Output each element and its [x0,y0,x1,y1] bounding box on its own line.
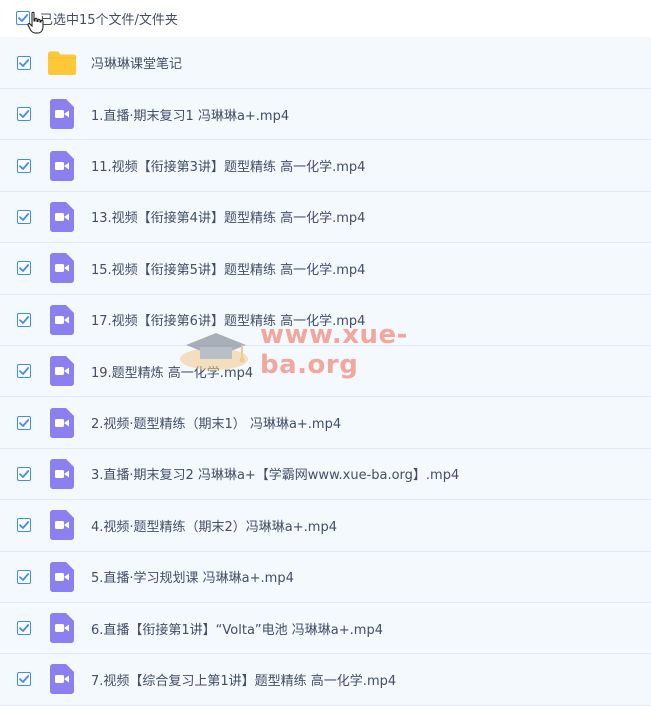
file-name[interactable]: 2.视频·题型精练（期末1） 冯琳琳a+.mp4 [91,413,341,432]
selection-header: 已选中15个文件/文件夹 [0,0,651,36]
video-file-icon [50,304,74,335]
video-file-icon [50,201,74,232]
video-file-icon [50,510,74,541]
file-row[interactable]: 11.视频【衔接第3讲】题型精练 高一化学.mp4 [0,140,651,192]
row-checkbox[interactable] [17,158,31,173]
file-row[interactable]: 13.视频【衔接第4讲】题型精练 高一化学.mp4 [0,191,651,244]
file-row[interactable]: 4.视频·题型精练（期末2）冯琳琳a+.mp4 [0,500,651,552]
file-row[interactable]: 7.视频【综合复习上第1讲】题型精练 高一化学.mp4 [0,654,651,706]
row-checkbox[interactable] [17,312,31,327]
row-checkbox[interactable] [17,261,31,276]
file-row[interactable]: 17.视频【衔接第6讲】题型精练 高一化学.mp4 [0,294,651,346]
video-file-icon [50,150,74,181]
file-list: 冯琳琳课堂笔记 1.直播·期末复习1 冯琳琳a+.mp4 11.视频【衔接第3讲】题… [0,37,651,706]
video-file-icon-wrapper [47,201,77,232]
file-name[interactable]: 17.视频【衔接第6讲】题型精练 高一化学.mp4 [91,310,365,329]
file-row[interactable]: 15.视频【衔接第5讲】题型精练 高一化学.mp4 [0,243,651,295]
file-name[interactable]: 4.视频·题型精练（期末2）冯琳琳a+.mp4 [91,516,337,535]
video-file-icon-wrapper [47,510,77,541]
video-file-icon [50,99,74,130]
video-file-icon [50,561,74,592]
file-name[interactable]: 1.直播·期末复习1 冯琳琳a+.mp4 [91,105,289,124]
row-checkbox[interactable] [17,364,31,379]
checkmark-icon [19,367,30,376]
file-name[interactable]: 11.视频【衔接第3讲】题型精练 高一化学.mp4 [91,156,365,175]
row-checkbox[interactable] [17,107,31,122]
file-name[interactable]: 冯琳琳课堂笔记 [91,53,182,72]
row-checkbox[interactable] [17,466,31,481]
video-file-icon-wrapper [47,561,77,592]
video-file-icon-wrapper [47,356,77,387]
checkmark-icon [19,58,30,67]
video-file-icon [50,356,74,387]
video-file-icon-wrapper [47,458,77,489]
file-name[interactable]: 13.视频【衔接第4讲】题型精练 高一化学.mp4 [91,207,365,226]
file-row[interactable]: 冯琳琳课堂笔记 [0,37,651,89]
video-file-icon-wrapper [47,99,77,130]
checkmark-icon [19,675,30,684]
video-file-icon [50,613,74,644]
video-file-icon-wrapper [47,150,77,181]
file-name[interactable]: 5.直播·学习规划课 冯琳琳a+.mp4 [91,567,294,586]
row-checkbox[interactable] [17,569,31,584]
video-file-icon-wrapper [47,664,77,695]
video-file-icon-wrapper [47,304,77,335]
video-file-icon [50,407,74,438]
file-row[interactable]: 1.直播·期末复习1 冯琳琳a+.mp4 [0,89,651,141]
file-name[interactable]: 7.视频【综合复习上第1讲】题型精练 高一化学.mp4 [91,670,396,689]
row-checkbox[interactable] [17,621,31,636]
file-row[interactable]: 19.题型精炼 高一化学.mp4 [0,345,651,398]
folder-icon-wrapper [47,48,77,78]
folder-icon [48,51,76,75]
file-row[interactable]: 2.视频·题型精练（期末1） 冯琳琳a+.mp4 [0,397,651,449]
row-checkbox[interactable] [17,518,31,533]
checkmark-icon [19,315,30,324]
video-file-icon-wrapper [47,253,77,284]
file-name[interactable]: 15.视频【衔接第5讲】题型精练 高一化学.mp4 [91,259,365,278]
checkmark-icon [19,110,30,119]
video-file-icon-wrapper [47,407,77,438]
checkmark-icon [19,624,30,632]
row-checkbox[interactable] [17,415,31,430]
checkmark-icon [19,470,30,478]
file-name[interactable]: 3.直播·期末复习2 冯琳琳a+【学霸网www.xue-ba.org】.mp4 [91,464,459,483]
checkmark-icon [19,521,30,530]
video-file-icon [50,253,74,284]
row-checkbox[interactable] [17,672,31,687]
file-name[interactable]: 19.题型精炼 高一化学.mp4 [91,362,253,381]
file-row[interactable]: 3.直播·期末复习2 冯琳琳a+【学霸网www.xue-ba.org】.mp4 [0,448,651,501]
file-name[interactable]: 6.直播【衔接第1讲】“Volta”电池 冯琳琳a+.mp4 [91,619,383,638]
checkmark-icon [19,264,30,273]
video-file-icon [50,458,74,489]
checkmark-icon [19,213,30,221]
checkmark-icon [19,418,30,427]
file-row[interactable]: 6.直播【衔接第1讲】“Volta”电池 冯琳琳a+.mp4 [0,602,651,655]
file-row[interactable]: 5.直播·学习规划课 冯琳琳a+.mp4 [0,551,651,603]
video-file-icon [50,664,74,695]
video-file-icon-wrapper [47,613,77,644]
row-checkbox[interactable] [17,209,31,224]
checkmark-icon [19,161,30,170]
selection-count-label: 已选中15个文件/文件夹 [40,12,178,28]
row-checkbox[interactable] [17,55,31,70]
checkmark-icon [19,572,30,581]
hand-pointer-cursor-icon [27,11,44,34]
